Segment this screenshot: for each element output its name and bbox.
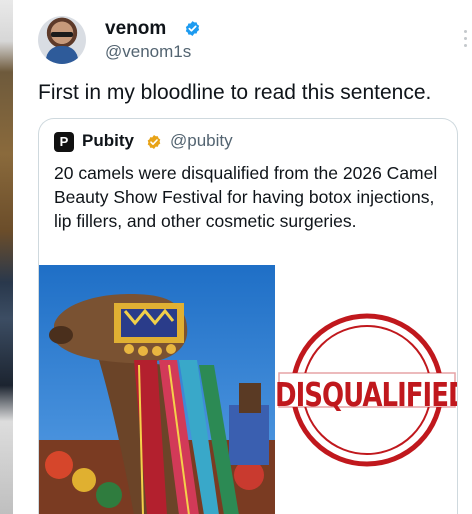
gold-check-icon [147, 135, 161, 149]
disqualified-stamp: DISQUALIFIED [275, 265, 458, 514]
quoted-handle[interactable]: @pubity [170, 131, 233, 151]
more-vertical-icon[interactable] [461, 30, 469, 50]
background-edge [0, 0, 13, 514]
pubity-logo: P [54, 132, 74, 152]
verified-check-icon [185, 21, 200, 36]
tweet-text: First in my bloodline to read this sente… [38, 81, 432, 104]
quoted-tweet-text: 20 camels were disqualified from the 202… [54, 163, 438, 231]
quoted-tweet[interactable]: P Pubity @pubity 20 camels were disquali… [38, 118, 458, 514]
handle[interactable]: @venom1s [105, 42, 191, 62]
avatar[interactable] [38, 16, 86, 64]
stamp-text: DISQUALIFIED [275, 377, 458, 415]
display-name[interactable]: venom [105, 18, 166, 40]
camel-photo[interactable] [39, 265, 275, 514]
tweet-card: venom @venom1s First in my bloodline to … [13, 0, 472, 514]
quoted-display-name[interactable]: Pubity [82, 131, 134, 151]
